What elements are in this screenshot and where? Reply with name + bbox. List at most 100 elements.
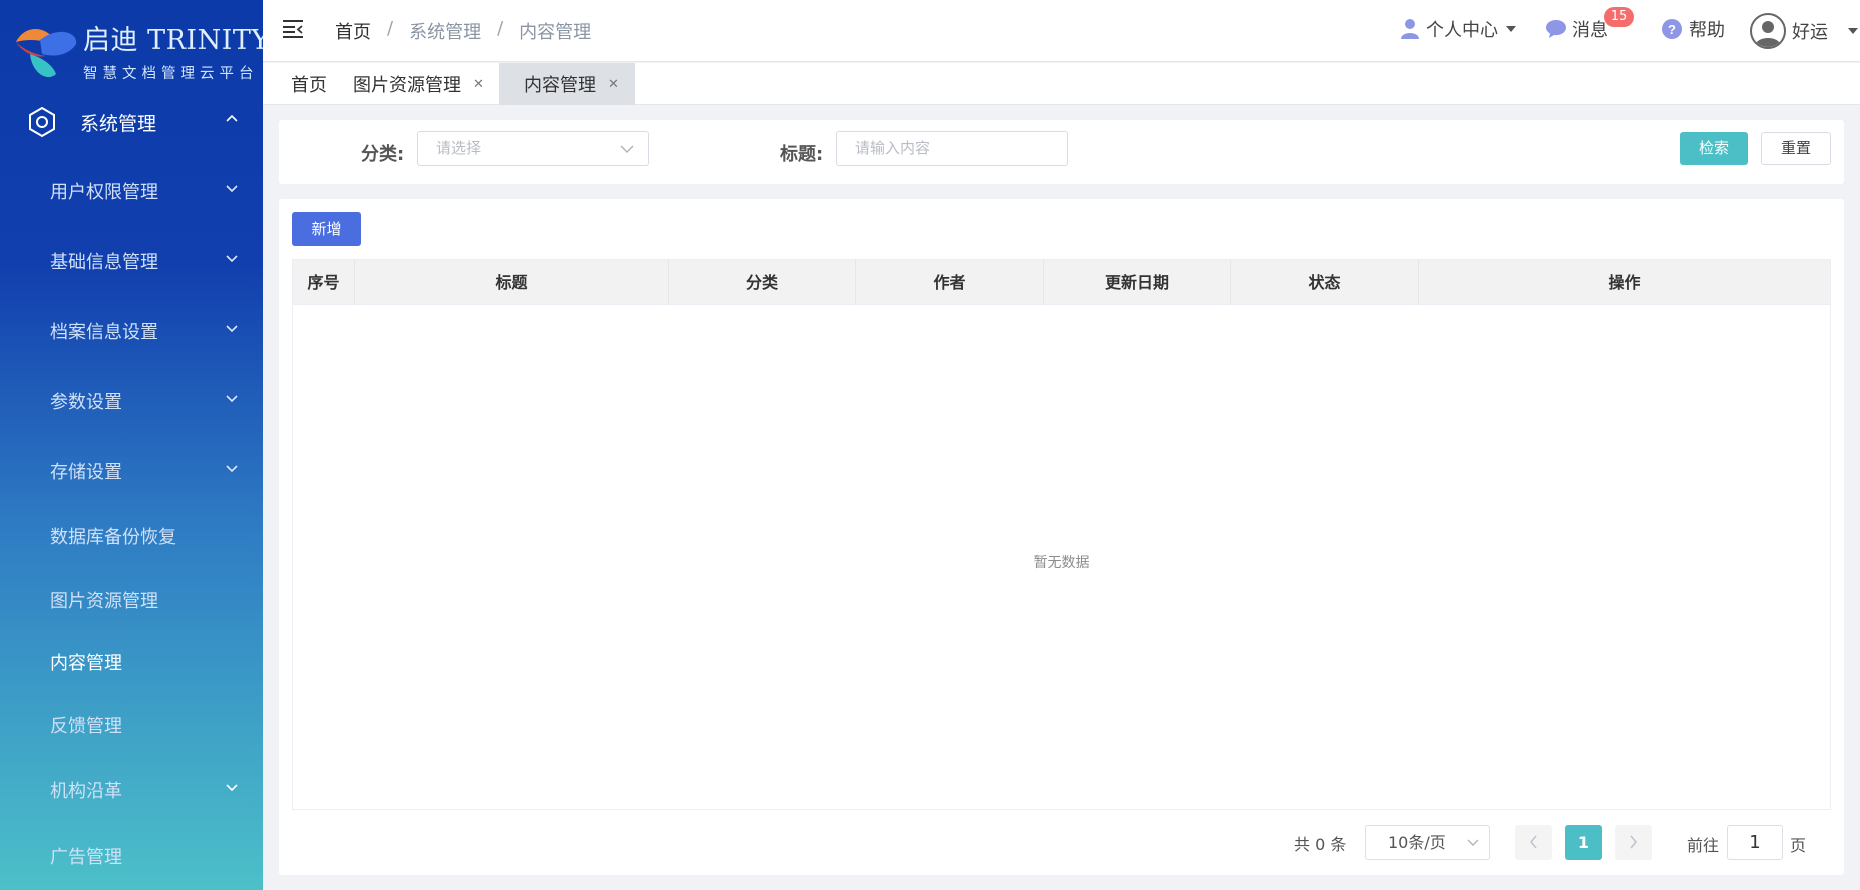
sidebar-item-label: 内容管理 bbox=[50, 653, 122, 674]
sidebar-item-label: 广告管理 bbox=[50, 847, 122, 868]
add-button[interactable]: 新增 bbox=[292, 212, 361, 246]
chevron-down-icon bbox=[1467, 839, 1479, 846]
tab-image-resources[interactable]: 图片资源管理 ✕ bbox=[353, 63, 484, 105]
sidebar-item-label: 参数设置 bbox=[50, 392, 122, 413]
chevron-up-icon bbox=[226, 114, 238, 122]
sidebar-section-label: 系统管理 bbox=[80, 112, 157, 135]
sidebar-item-content[interactable]: 内容管理 bbox=[0, 637, 263, 687]
sidebar-item-label: 用户权限管理 bbox=[50, 182, 158, 203]
search-button[interactable]: 检索 bbox=[1680, 132, 1748, 165]
column-header-category[interactable]: 分类 bbox=[669, 260, 856, 305]
sidebar-item-parameters[interactable]: 参数设置 bbox=[0, 376, 263, 426]
filter-panel: 分类: 请选择 标题: 请输入内容 检索 重置 bbox=[279, 120, 1844, 184]
breadcrumb-item-content: 内容管理 bbox=[519, 22, 592, 43]
tab-content[interactable]: 内容管理 ✕ bbox=[499, 63, 635, 105]
breadcrumb-separator: / bbox=[497, 18, 504, 39]
avatar bbox=[1750, 13, 1786, 49]
message-count-badge: 15 bbox=[1604, 7, 1634, 27]
chevron-left-icon bbox=[1529, 835, 1537, 849]
column-header-author[interactable]: 作者 bbox=[856, 260, 1044, 305]
messages-label: 消息 bbox=[1572, 20, 1608, 41]
chat-icon bbox=[1546, 20, 1566, 38]
settings-hexagon-icon bbox=[29, 106, 55, 138]
sidebar-item-label: 档案信息设置 bbox=[50, 322, 158, 343]
sidebar-section-system[interactable]: 系统管理 bbox=[0, 97, 263, 147]
table-header: 序号 标题 分类 作者 更新日期 状态 操作 bbox=[293, 260, 1830, 305]
chevron-down-icon bbox=[226, 185, 238, 193]
user-menu[interactable]: 好运 bbox=[1750, 13, 1858, 49]
messages-button[interactable]: 消息 bbox=[1545, 16, 1608, 42]
sidebar-item-label: 图片资源管理 bbox=[50, 591, 158, 612]
title-placeholder: 请输入内容 bbox=[855, 139, 931, 157]
chevron-down-icon bbox=[226, 255, 238, 263]
tab-label: 首页 bbox=[291, 75, 327, 96]
column-header-index[interactable]: 序号 bbox=[293, 260, 355, 305]
sidebar-item-image-resources[interactable]: 图片资源管理 bbox=[0, 575, 263, 625]
sidebar-item-org-history[interactable]: 机构沿革 bbox=[0, 765, 263, 815]
pagination-total: 共 0 条 bbox=[1294, 835, 1347, 854]
goto-label: 前往 bbox=[1687, 836, 1720, 855]
page-size-value: 10条/页 bbox=[1388, 833, 1446, 852]
sidebar-item-ads[interactable]: 广告管理 bbox=[0, 831, 263, 881]
sidebar-item-label: 机构沿革 bbox=[50, 781, 122, 802]
logo-icon bbox=[16, 29, 77, 78]
tab-bar: 首页 图片资源管理 ✕ 内容管理 ✕ bbox=[263, 63, 1860, 105]
svg-text:?: ? bbox=[1668, 22, 1676, 37]
category-select[interactable]: 请选择 bbox=[417, 131, 649, 166]
page-suffix: 页 bbox=[1790, 836, 1807, 855]
chevron-down-icon bbox=[226, 325, 238, 333]
next-page-button[interactable] bbox=[1615, 825, 1652, 860]
close-icon[interactable]: ✕ bbox=[473, 77, 484, 92]
brand-subtitle: 智慧文档管理云平台 bbox=[83, 66, 259, 82]
sidebar-item-basic-info[interactable]: 基础信息管理 bbox=[0, 236, 263, 286]
category-placeholder: 请选择 bbox=[436, 139, 482, 157]
page-size-select[interactable]: 10条/页 bbox=[1365, 825, 1490, 860]
goto-page-input[interactable]: 1 bbox=[1727, 825, 1783, 860]
avatar-icon bbox=[1755, 21, 1781, 47]
brand-title: 启迪 TRINITY bbox=[83, 25, 263, 56]
user-center-label: 个人中心 bbox=[1426, 20, 1498, 41]
user-center-menu[interactable]: 个人中心 bbox=[1400, 16, 1516, 42]
column-header-updated[interactable]: 更新日期 bbox=[1044, 260, 1231, 305]
sidebar-item-archive-settings[interactable]: 档案信息设置 bbox=[0, 306, 263, 356]
chevron-down-icon bbox=[226, 395, 238, 403]
sidebar-item-storage[interactable]: 存储设置 bbox=[0, 446, 263, 496]
tab-label: 内容管理 bbox=[524, 75, 596, 96]
breadcrumb-item-system: 系统管理 bbox=[409, 22, 482, 43]
help-label: 帮助 bbox=[1689, 20, 1725, 41]
page-number-current[interactable]: 1 bbox=[1565, 825, 1602, 860]
sidebar-item-label: 数据库备份恢复 bbox=[50, 527, 176, 548]
menu-fold-icon[interactable] bbox=[283, 19, 305, 39]
column-header-title[interactable]: 标题 bbox=[355, 260, 669, 305]
help-button[interactable]: ? 帮助 bbox=[1661, 16, 1725, 42]
help-icon: ? bbox=[1662, 19, 1682, 39]
chevron-down-icon bbox=[226, 784, 238, 792]
caret-down-icon bbox=[1848, 28, 1858, 34]
column-header-status[interactable]: 状态 bbox=[1231, 260, 1419, 305]
breadcrumb-item-home[interactable]: 首页 bbox=[335, 18, 371, 44]
sidebar-item-feedback[interactable]: 反馈管理 bbox=[0, 700, 263, 750]
reset-button[interactable]: 重置 bbox=[1761, 132, 1831, 165]
content-panel: 新增 序号 标题 分类 作者 更新日期 状态 操作 暂无数据 共 0 条 10条… bbox=[279, 199, 1844, 875]
user-icon bbox=[1401, 19, 1419, 39]
prev-page-button[interactable] bbox=[1515, 825, 1552, 860]
content-table: 序号 标题 分类 作者 更新日期 状态 操作 暂无数据 bbox=[292, 259, 1831, 810]
sidebar-item-user-permissions[interactable]: 用户权限管理 bbox=[0, 166, 263, 216]
tab-home[interactable]: 首页 bbox=[291, 63, 327, 105]
breadcrumb-separator: / bbox=[387, 18, 394, 39]
username-label: 好运 bbox=[1792, 22, 1828, 43]
logo: 启迪 TRINITY 智慧文档管理云平台 bbox=[0, 0, 263, 90]
sidebar-item-label: 存储设置 bbox=[50, 462, 122, 483]
breadcrumb: 首页 / 系统管理 / 内容管理 bbox=[335, 18, 591, 44]
sidebar-item-label: 反馈管理 bbox=[50, 716, 122, 737]
tab-label: 图片资源管理 bbox=[353, 75, 461, 96]
sidebar: 启迪 TRINITY 智慧文档管理云平台 系统管理 用户权限管理 基础信息管理 … bbox=[0, 0, 263, 890]
empty-state-text: 暂无数据 bbox=[1033, 555, 1090, 571]
caret-down-icon bbox=[1506, 26, 1516, 32]
category-label: 分类: bbox=[361, 144, 405, 165]
column-header-actions: 操作 bbox=[1608, 273, 1641, 292]
close-icon[interactable]: ✕ bbox=[608, 77, 619, 92]
title-input[interactable]: 请输入内容 bbox=[836, 131, 1068, 166]
sidebar-item-db-backup[interactable]: 数据库备份恢复 bbox=[0, 511, 263, 561]
title-label: 标题: bbox=[780, 144, 824, 165]
